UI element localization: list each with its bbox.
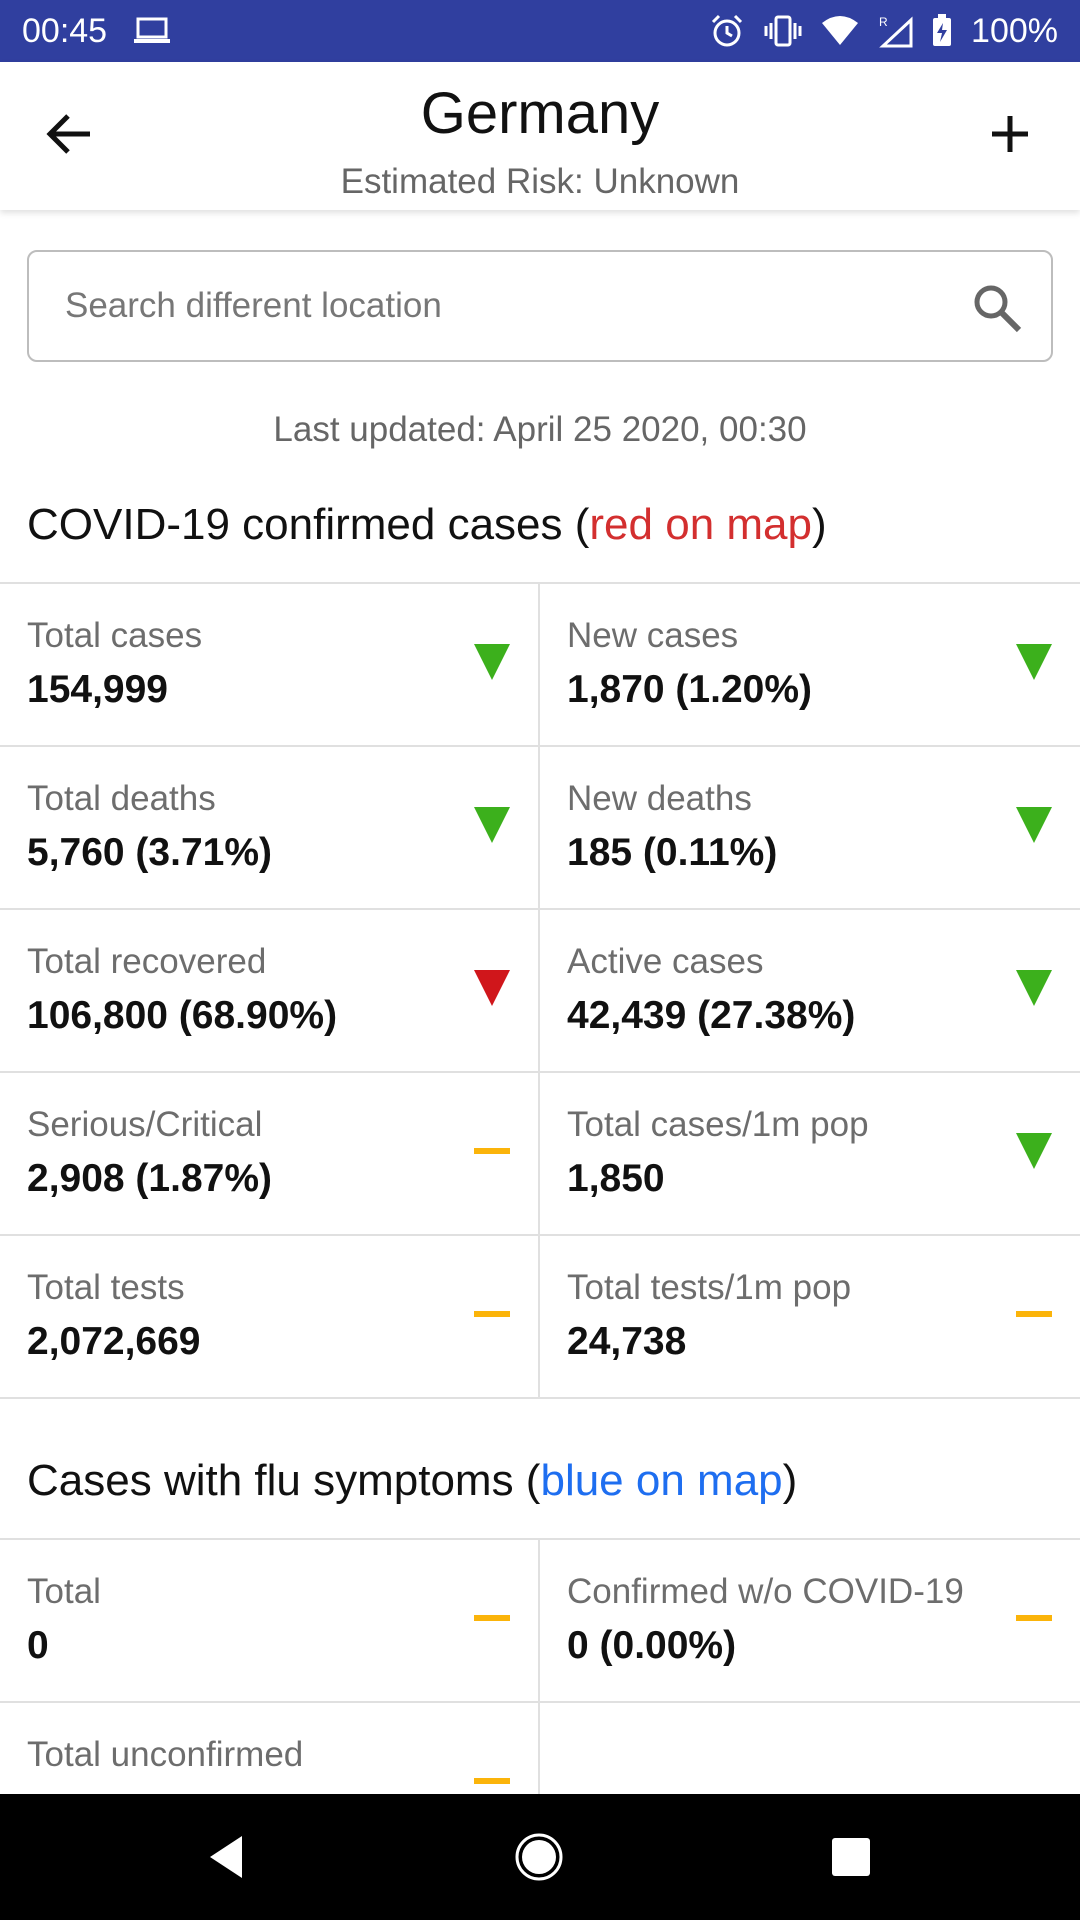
stat-cell: Total tests 2,072,669 bbox=[0, 1236, 540, 1399]
alarm-icon bbox=[709, 13, 745, 49]
stat-value: 5,760 (3.71%) bbox=[27, 831, 272, 874]
stat-label: Total tests bbox=[27, 1268, 185, 1307]
flu-title-suffix: ) bbox=[782, 1456, 798, 1505]
stat-label: New cases bbox=[567, 616, 739, 655]
trend-flat-icon bbox=[472, 1761, 512, 1794]
search-placeholder: Search different location bbox=[65, 286, 442, 325]
app-bar: Germany Estimated Risk: Unknown bbox=[0, 62, 1080, 210]
stat-label: Total cases bbox=[27, 616, 203, 655]
battery-percent: 100% bbox=[971, 11, 1058, 50]
svg-text:R: R bbox=[879, 15, 888, 29]
trend-flat-icon bbox=[472, 1598, 512, 1638]
flu-stats-grid: Total 0 Confirmed w/o COVID-19 0 (0.00%) Tot… bbox=[0, 1538, 1080, 1794]
stat-cell: Serious/Critical 2,908 (1.87%) bbox=[0, 1073, 540, 1236]
last-updated: Last updated: April 25 2020, 00:30 bbox=[273, 410, 807, 449]
covid-stats-grid: Total cases 154,999 New cases 1,870 (1.20%)… bbox=[0, 582, 1080, 1399]
trend-flat-icon bbox=[1014, 1598, 1054, 1638]
trend-down-icon bbox=[1014, 642, 1054, 682]
flu-section-title: Cases with flu symptoms (blue on map) bbox=[27, 1456, 797, 1506]
stat-value: 154,999 bbox=[27, 668, 168, 711]
search-input[interactable]: Search different location bbox=[27, 250, 1053, 362]
trend-flat-icon bbox=[472, 1294, 512, 1334]
stat-value: 1,850 bbox=[567, 1157, 665, 1200]
search-icon[interactable] bbox=[969, 280, 1025, 336]
covid-title-prefix: COVID-19 confirmed cases ( bbox=[27, 500, 590, 549]
stat-cell: New deaths 185 (0.11%) bbox=[540, 747, 1080, 910]
stat-cell: Total recovered 106,800 (68.90%) bbox=[0, 910, 540, 1073]
trend-down-icon bbox=[1014, 1131, 1054, 1171]
trend-down-icon bbox=[1014, 968, 1054, 1008]
nav-recents-icon[interactable] bbox=[826, 1832, 876, 1882]
nav-back-icon[interactable] bbox=[202, 1832, 252, 1882]
trend-down-icon bbox=[472, 968, 512, 1008]
vibrate-icon bbox=[763, 15, 803, 47]
covid-title-highlight: red on map bbox=[589, 500, 812, 549]
page-subtitle: Estimated Risk: Unknown bbox=[340, 162, 740, 201]
nav-home-icon[interactable] bbox=[514, 1832, 564, 1882]
stat-label: Total cases/1m pop bbox=[567, 1105, 869, 1144]
stat-value: 24,738 bbox=[567, 1320, 687, 1363]
stat-cell: Total cases 154,999 bbox=[0, 584, 540, 747]
stat-value: 0 (0.00%) bbox=[567, 1624, 737, 1667]
page-title: Germany bbox=[420, 81, 660, 146]
stat-cell: Total tests/1m pop 24,738 bbox=[540, 1236, 1080, 1399]
stat-cell: Confirmed w/o COVID-19 0 (0.00%) bbox=[540, 1540, 1080, 1703]
flu-title-highlight: blue on map bbox=[540, 1456, 783, 1505]
stat-label: Active cases bbox=[567, 942, 764, 981]
stat-label: Total bbox=[27, 1572, 101, 1611]
stat-label: Total deaths bbox=[27, 779, 216, 818]
trend-down-icon bbox=[472, 805, 512, 845]
stat-cell: Active cases 42,439 (27.38%) bbox=[540, 910, 1080, 1073]
navigation-bar bbox=[0, 1794, 1080, 1920]
stat-label: New deaths bbox=[567, 779, 752, 818]
trend-down-icon bbox=[472, 642, 512, 682]
stat-value: 106,800 (68.90%) bbox=[27, 994, 338, 1037]
covid-section-title: COVID-19 confirmed cases (red on map) bbox=[27, 500, 827, 550]
trend-flat-icon bbox=[472, 1131, 512, 1171]
trend-down-icon bbox=[1014, 805, 1054, 845]
stat-value: 2,072,669 bbox=[27, 1320, 201, 1363]
stat-value: 2,908 (1.87%) bbox=[27, 1157, 272, 1200]
stat-label: Total unconfirmed bbox=[27, 1735, 304, 1774]
stat-value: 0 bbox=[27, 1624, 49, 1667]
stat-value: 185 (0.11%) bbox=[567, 831, 778, 874]
covid-title-suffix: ) bbox=[811, 500, 827, 549]
stat-cell: Total cases/1m pop 1,850 bbox=[540, 1073, 1080, 1236]
wifi-icon bbox=[821, 15, 859, 47]
signal-roaming-icon: R bbox=[877, 14, 913, 48]
stat-label: Confirmed w/o COVID-19 bbox=[567, 1572, 964, 1611]
stat-value: 42,439 (27.38%) bbox=[567, 994, 856, 1037]
laptop-icon bbox=[133, 16, 171, 46]
status-bar: 00:45 R 100% bbox=[0, 0, 1080, 62]
stat-cell: Total 0 bbox=[0, 1540, 540, 1703]
plus-icon[interactable] bbox=[980, 104, 1040, 164]
battery-charging-icon bbox=[931, 14, 953, 48]
stat-cell: New cases 1,870 (1.20%) bbox=[540, 584, 1080, 747]
stat-label: Serious/Critical bbox=[27, 1105, 263, 1144]
trend-flat-icon bbox=[1014, 1294, 1054, 1334]
stat-label: Total tests/1m pop bbox=[567, 1268, 852, 1307]
status-time: 00:45 bbox=[22, 11, 108, 50]
stat-cell: Total deaths 5,760 (3.71%) bbox=[0, 747, 540, 910]
stat-cell: Total unconfirmed bbox=[0, 1703, 540, 1794]
stat-value: 1,870 (1.20%) bbox=[567, 668, 812, 711]
flu-title-prefix: Cases with flu symptoms ( bbox=[27, 1456, 541, 1505]
stat-label: Total recovered bbox=[27, 942, 267, 981]
